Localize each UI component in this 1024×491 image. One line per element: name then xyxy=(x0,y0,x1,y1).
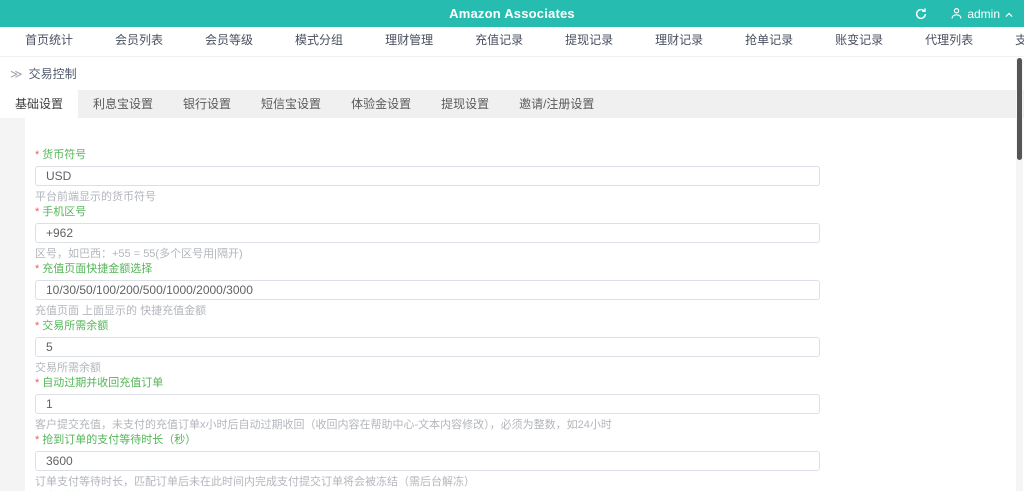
settings-tabbar: 基础设置 利息宝设置 银行设置 短信宝设置 体验金设置 提现设置 邀请/注册设置 xyxy=(0,90,1024,118)
nav-item[interactable]: 会员列表 xyxy=(94,27,184,56)
settings-tab[interactable]: 提现设置 xyxy=(426,90,504,118)
page: Amazon Associates admin 首页统计 会员列表 会员等级 模… xyxy=(0,0,1024,491)
nav-item[interactable]: 提现记录 xyxy=(544,27,634,56)
nav-item[interactable]: 会员等级 xyxy=(184,27,274,56)
field-help-text: 充值页面 上面显示的 快捷充值金额 xyxy=(35,305,207,317)
field-input[interactable] xyxy=(35,280,820,300)
nav-item[interactable]: 理财记录 xyxy=(634,27,724,56)
app-header: Amazon Associates admin xyxy=(0,0,1024,27)
field-label-text: 充值页面快捷金额选择 xyxy=(42,263,153,275)
field-help-text: 客户提交充值，未支付的充值订单x小时后自动过期收回（收回内容在帮助中心-文本内容… xyxy=(35,419,612,431)
form-field: *充值页面快捷金额选择 充值页面 上面显示的 快捷充值金额 xyxy=(35,262,1024,318)
form-field: *货币符号 平台前端显示的货币符号 xyxy=(35,148,1024,204)
field-label: * 交易所需余额 xyxy=(35,319,1024,333)
field-help-text: 交易所需余额 xyxy=(35,362,101,374)
nav-item[interactable]: 理财管理 xyxy=(364,27,454,56)
field-label: * 自动过期并收回充值订单 xyxy=(35,376,1024,390)
header-right-controls: admin xyxy=(914,0,1014,27)
required-asterisk: * xyxy=(35,377,40,389)
field-label: * 抢到订单的支付等待时长（秒） xyxy=(35,433,1024,447)
nav-item[interactable]: 抢单记录 xyxy=(724,27,814,56)
breadcrumb: ≫ 交易控制 xyxy=(0,57,1024,90)
field-help-text: 区号，如巴西：+55 = 55(多个区号用|隔开) xyxy=(35,248,243,260)
form-field: *自动过期并收回充值订单 客户提交充值，未支付的充值订单x小时后自动过期收回（收… xyxy=(35,376,1024,432)
nav-item[interactable]: 充值记录 xyxy=(454,27,544,56)
settings-tab[interactable]: 短信宝设置 xyxy=(246,90,336,118)
chevron-up-icon xyxy=(1004,9,1014,19)
required-asterisk: * xyxy=(35,263,40,275)
required-asterisk: * xyxy=(35,320,40,332)
breadcrumb-separator-icon: ≫ xyxy=(10,66,23,81)
content-area: *货币符号 平台前端显示的货币符号 *手机区号 区号，如巴西：+55 = 55(… xyxy=(0,118,1024,491)
field-label-text: 手机区号 xyxy=(42,206,87,218)
user-icon xyxy=(950,7,963,20)
app-title: Amazon Associates xyxy=(449,6,575,21)
field-help-text: 平台前端显示的货币符号 xyxy=(35,191,156,203)
settings-tab[interactable]: 银行设置 xyxy=(168,90,246,118)
form-field: *抢到订单的支付等待时长（秒） 订单支付等待时长，匹配订单后未在此时间内完成支付… xyxy=(35,433,1024,489)
field-label: * 货币符号 xyxy=(35,148,1024,162)
field-input[interactable] xyxy=(35,337,820,357)
username: admin xyxy=(967,6,1000,21)
required-asterisk: * xyxy=(35,206,40,218)
field-label-text: 抢到订单的支付等待时长（秒） xyxy=(42,434,197,446)
form-field: *交易所需余额 交易所需余额 xyxy=(35,319,1024,375)
field-label-text: 货币符号 xyxy=(42,149,87,161)
settings-tab[interactable]: 基础设置 xyxy=(0,90,79,118)
field-label-text: 自动过期并收回充值订单 xyxy=(42,377,164,389)
form-field: *手机区号 区号，如巴西：+55 = 55(多个区号用|隔开) xyxy=(35,205,1024,261)
nav-item[interactable]: 模式分组 xyxy=(274,27,364,56)
required-asterisk: * xyxy=(35,149,40,161)
settings-tab[interactable]: 邀请/注册设置 xyxy=(504,90,609,118)
nav-item[interactable]: 支付接口 xyxy=(994,27,1024,56)
field-input[interactable] xyxy=(35,451,820,471)
settings-tab[interactable]: 利息宝设置 xyxy=(78,90,168,118)
settings-tab[interactable]: 体验金设置 xyxy=(336,90,426,118)
field-help-text: 订单支付等待时长，匹配订单后未在此时间内完成支付提交订单将会被冻结（需后台解冻） xyxy=(35,476,475,488)
left-gutter xyxy=(0,118,25,491)
user-menu[interactable]: admin xyxy=(950,7,1014,21)
field-label-text: 交易所需余额 xyxy=(42,320,109,332)
settings-form: *货币符号 平台前端显示的货币符号 *手机区号 区号，如巴西：+55 = 55(… xyxy=(25,118,1024,491)
refresh-icon[interactable] xyxy=(914,7,928,21)
nav-item[interactable]: 代理列表 xyxy=(904,27,994,56)
field-label: * 充值页面快捷金额选择 xyxy=(35,262,1024,276)
scrollbar-thumb[interactable] xyxy=(1017,58,1022,160)
field-input[interactable] xyxy=(35,223,820,243)
field-input[interactable] xyxy=(35,166,820,186)
field-label: * 手机区号 xyxy=(35,205,1024,219)
required-asterisk: * xyxy=(35,434,40,446)
nav-item[interactable]: 账变记录 xyxy=(814,27,904,56)
breadcrumb-label: 交易控制 xyxy=(28,67,77,81)
field-input[interactable] xyxy=(35,394,820,414)
main-nav: 首页统计 会员列表 会员等级 模式分组 理财管理 充值记录 提现记录 理财记录 … xyxy=(0,27,1024,57)
vertical-scrollbar xyxy=(1016,58,1023,491)
nav-item[interactable]: 首页统计 xyxy=(4,27,94,56)
